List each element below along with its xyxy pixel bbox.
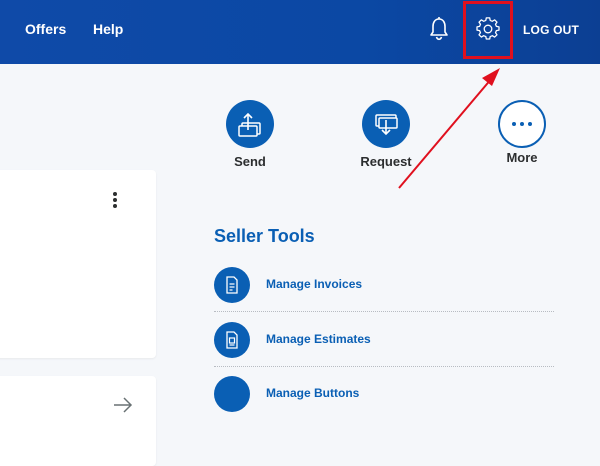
manage-invoices-label: Manage Invoices — [266, 277, 363, 291]
nav-offers-link[interactable]: Offers — [25, 21, 66, 37]
seller-tools-title: Seller Tools — [214, 226, 315, 246]
divider — [214, 311, 554, 312]
send-label: Send — [234, 154, 266, 169]
send-money-icon — [226, 100, 274, 148]
send-action[interactable]: Send — [210, 100, 290, 169]
settings-highlight-box — [463, 1, 513, 59]
logout-button[interactable]: LOG OUT — [523, 23, 579, 37]
request-label: Request — [360, 154, 412, 169]
balance-card — [0, 170, 156, 358]
more-action[interactable]: More — [482, 100, 562, 165]
manage-buttons-label: Manage Buttons — [266, 386, 360, 400]
request-money-icon — [362, 100, 410, 148]
kebab-menu-icon[interactable] — [112, 192, 118, 210]
more-label: More — [506, 150, 538, 165]
arrow-right-icon[interactable] — [112, 396, 134, 414]
manage-estimates-link[interactable]: Manage Estimates — [214, 318, 554, 364]
estimate-icon — [214, 322, 250, 358]
manage-invoices-link[interactable]: Manage Invoices — [214, 263, 554, 309]
request-action[interactable]: Request — [346, 100, 426, 169]
manage-buttons-link[interactable]: Manage Buttons — [214, 372, 554, 418]
divider — [214, 366, 554, 367]
activity-card[interactable] — [0, 376, 156, 466]
button-icon — [214, 376, 250, 412]
nav-help-link[interactable]: Help — [93, 21, 123, 37]
bell-icon[interactable] — [428, 16, 450, 42]
manage-estimates-label: Manage Estimates — [266, 332, 371, 346]
invoice-icon — [214, 267, 250, 303]
more-dots-icon — [498, 100, 546, 148]
